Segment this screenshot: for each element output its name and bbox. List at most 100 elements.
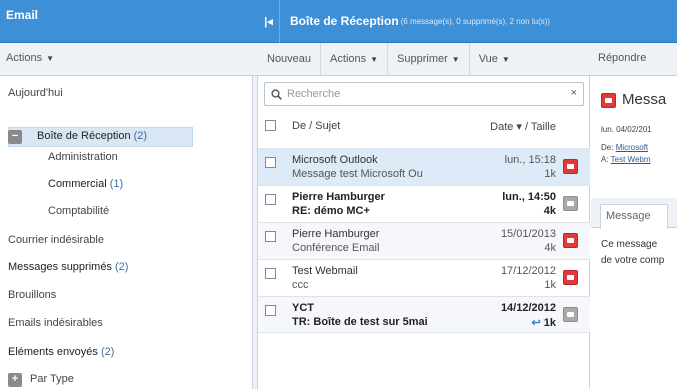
from-label: De:	[601, 143, 614, 152]
row-checkbox[interactable]	[265, 231, 276, 242]
list-toolbar: Nouveau Actions ▼ Supprimer ▼ Vue ▼	[258, 42, 590, 76]
row-size: 1k	[543, 317, 556, 329]
sidebar-item-junk[interactable]: Courrier indésirable	[8, 234, 104, 246]
row-date: 15/01/2013	[500, 228, 556, 240]
flag-icon[interactable]	[563, 270, 578, 285]
collapse-icon[interactable]: −	[8, 130, 22, 144]
folder-tree: Aujourd'hui − Boîte de Réception (2) Adm…	[0, 76, 252, 389]
sidebar-item-label: Aujourd'hui	[8, 87, 63, 99]
table-row[interactable]: Pierre Hamburger Conférence Email 15/01/…	[258, 222, 590, 259]
column-date-size[interactable]: Date ▾ / Taille	[490, 120, 556, 133]
sidebar-item-today[interactable]: Aujourd'hui	[8, 87, 63, 99]
chevron-down-icon: ▼	[370, 54, 379, 64]
preview-date: lun. 04/02/201	[601, 125, 652, 134]
table-row[interactable]: Microsoft Outlook Message test Microsoft…	[258, 148, 590, 185]
sidebar-item-by-type[interactable]: Par Type	[30, 373, 74, 385]
message-list: Recherche × De / Sujet Date ▾ / Taille M…	[258, 76, 590, 389]
new-button[interactable]: Nouveau	[258, 42, 322, 76]
list-header: De / Sujet Date ▾ / Taille	[258, 114, 590, 138]
row-sender: Test Webmail	[292, 265, 358, 277]
sidebar-item-commercial[interactable]: Commercial (1)	[48, 178, 123, 190]
row-checkbox[interactable]	[265, 268, 276, 279]
reply-arrow-icon: ↩	[531, 317, 541, 329]
row-subject: TR: Boîte de test sur 5mai	[292, 316, 428, 328]
preview-toolbar: Répondre	[590, 43, 677, 76]
row-date: 17/12/2012	[500, 265, 556, 277]
sidebar-item-deleted[interactable]: Messages supprimés (2)	[8, 261, 128, 273]
preview-tabs: Message	[591, 198, 677, 229]
sidebar-item-label: Administration	[48, 151, 118, 163]
sidebar-item-label: Boîte de Réception	[37, 130, 131, 142]
row-subject: Conférence Email	[292, 242, 380, 254]
row-date: lun., 14:50	[502, 191, 556, 203]
sidebar-item-administration[interactable]: Administration	[48, 151, 118, 163]
sidebar-item-sent[interactable]: Eléments envoyés (2)	[8, 346, 114, 358]
search-input[interactable]: Recherche ×	[264, 82, 584, 106]
sidebar-item-label: Messages supprimés	[8, 261, 112, 273]
row-checkbox[interactable]	[265, 305, 276, 316]
column-from-subject[interactable]: De / Sujet	[292, 120, 340, 132]
to-link[interactable]: Test Webm	[611, 155, 651, 164]
sidebar-item-inbox[interactable]: Boîte de Réception (2)	[8, 127, 193, 147]
flag-icon[interactable]	[563, 159, 578, 174]
delete-button[interactable]: Supprimer ▼	[388, 42, 470, 76]
sidebar-item-comptabilite[interactable]: Comptabilité	[48, 205, 109, 217]
from-link[interactable]: Microsoft	[616, 143, 648, 152]
row-size: 4k	[543, 205, 556, 217]
module-title: Email	[0, 0, 258, 43]
row-sender: Microsoft Outlook	[292, 154, 378, 166]
search-icon	[271, 88, 282, 100]
sidebar-item-spam[interactable]: Emails indésirables	[8, 317, 103, 329]
sidebar-item-label: Comptabilité	[48, 205, 110, 217]
flag-icon[interactable]	[563, 233, 578, 248]
unread-count: (2)	[133, 130, 148, 142]
actions-label: Actions	[330, 53, 367, 65]
sidebar-item-label: Emails indésirables	[8, 317, 103, 329]
table-row[interactable]: Pierre Hamburger RE: démo MC+ lun., 14:5…	[258, 185, 590, 222]
table-row[interactable]: YCT TR: Boîte de test sur 5mai 14/12/201…	[258, 296, 590, 333]
sidebar-actions-button[interactable]: Actions ▼	[6, 52, 54, 64]
folder-title: Boîte de Réception	[290, 14, 399, 28]
sidebar-item-label: Eléments envoyés	[8, 346, 98, 358]
row-checkbox[interactable]	[265, 194, 276, 205]
row-date: lun., 15:18	[504, 154, 556, 166]
search-placeholder: Recherche	[287, 88, 341, 100]
select-all-checkbox[interactable]	[265, 120, 276, 131]
tab-message[interactable]: Message	[600, 204, 668, 229]
unread-count: (2)	[100, 346, 115, 358]
reply-label: Répondre	[598, 52, 647, 64]
new-label: Nouveau	[267, 53, 312, 65]
chevron-down-icon: ▼	[501, 54, 510, 64]
actions-button[interactable]: Actions ▼	[321, 42, 389, 76]
unread-count: (1)	[109, 178, 124, 190]
sidebar-toolbar: Actions ▼	[0, 43, 258, 76]
row-sender: Pierre Hamburger	[292, 228, 380, 240]
folder-stats: (6 message(s), 0 supprimé(s), 2 non lu(s…	[400, 16, 551, 26]
preview-subject: Messa	[622, 91, 667, 108]
row-date: 14/12/2012	[500, 302, 556, 314]
clear-icon[interactable]: ×	[571, 87, 577, 99]
sidebar-item-label: Par Type	[30, 373, 74, 385]
sidebar-actions-label: Actions	[6, 52, 43, 64]
chevron-down-icon: ▼	[451, 54, 460, 64]
sidebar-item-label: Courrier indésirable	[8, 234, 104, 246]
preview-from-row: De: Microsoft	[601, 143, 648, 152]
reply-button[interactable]: Répondre	[598, 52, 646, 64]
row-size: 1k	[544, 279, 556, 291]
preview-to-row: A: Test Webm	[601, 155, 651, 164]
expand-icon[interactable]: +	[8, 373, 22, 387]
view-button[interactable]: Vue ▼	[470, 43, 519, 76]
reading-pane: Messa lun. 04/02/201 De: Microsoft A: Te…	[591, 76, 677, 389]
flag-icon[interactable]	[563, 196, 578, 211]
unread-count: (2)	[115, 261, 129, 273]
sidebar-item-drafts[interactable]: Brouillons	[8, 289, 56, 301]
preview-body-line: Ce message	[601, 239, 658, 250]
table-row[interactable]: Test Webmail ccc 17/12/2012 1k	[258, 259, 590, 296]
to-label: A:	[601, 155, 609, 164]
collapse-sidebar-icon[interactable]: |◂	[258, 0, 280, 43]
sidebar-item-label: Commercial	[48, 178, 107, 190]
row-size: 4k	[544, 242, 556, 254]
row-checkbox[interactable]	[265, 157, 276, 168]
row-subject: RE: démo MC+	[292, 205, 370, 217]
flag-icon[interactable]	[563, 307, 578, 322]
